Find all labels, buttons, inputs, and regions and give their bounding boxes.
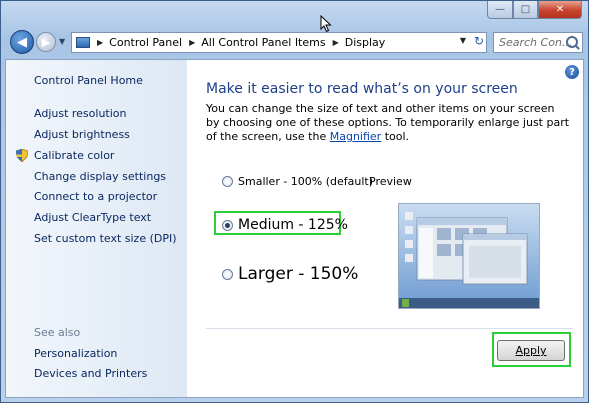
option-smaller-label: Smaller - 100% (default) xyxy=(238,175,374,188)
maximize-button[interactable]: □ xyxy=(513,1,538,19)
breadcrumb-all-items[interactable]: All Control Panel Items xyxy=(201,36,325,49)
sidebar-item-personalization[interactable]: Personalization xyxy=(34,347,117,360)
radio-smaller[interactable] xyxy=(222,176,233,187)
apply-label: Apply xyxy=(515,344,547,357)
option-medium[interactable]: Medium - 125% xyxy=(222,217,348,233)
sidebar-item-custom-text-size[interactable]: Set custom text size (DPI) xyxy=(34,232,177,245)
see-also-label: See also xyxy=(34,326,81,339)
breadcrumb-separator-icon[interactable]: ▶ xyxy=(189,38,195,47)
option-smaller[interactable]: Smaller - 100% (default) xyxy=(222,175,373,188)
magnifier-link[interactable]: Magnifier xyxy=(330,130,381,143)
sidebar-item-calibrate-color[interactable]: Calibrate color xyxy=(34,149,114,162)
preview-desktop-icon xyxy=(399,204,539,308)
sidebar-item-devices-printers[interactable]: Devices and Printers xyxy=(34,367,147,380)
recent-pages-dropdown[interactable]: ▼ xyxy=(59,37,65,46)
breadcrumb-separator-icon[interactable]: ▶ xyxy=(333,38,339,47)
apply-button[interactable]: Apply xyxy=(497,340,565,361)
mouse-pointer-icon xyxy=(320,15,332,33)
radio-medium[interactable] xyxy=(222,219,233,231)
control-panel-icon xyxy=(76,37,90,48)
content-area: Control Panel Home Adjust resolution Adj… xyxy=(5,59,584,398)
refresh-icon[interactable]: ↻ xyxy=(474,34,484,48)
sidebar-item-connect-projector[interactable]: Connect to a projector xyxy=(34,190,157,203)
back-arrow-icon: ◀ xyxy=(17,34,27,50)
search-input[interactable]: Search Con... xyxy=(493,32,583,53)
sidebar-item-control-panel-home[interactable]: Control Panel Home xyxy=(34,74,143,87)
address-bar[interactable]: ▶ Control Panel ▶ All Control Panel Item… xyxy=(71,32,487,53)
breadcrumb-display[interactable]: Display xyxy=(345,36,386,49)
sidebar: Control Panel Home Adjust resolution Adj… xyxy=(6,60,187,397)
close-button[interactable]: ✕ xyxy=(538,1,582,19)
sidebar-item-change-display-settings[interactable]: Change display settings xyxy=(34,170,166,183)
breadcrumb-control-panel[interactable]: Control Panel xyxy=(109,36,182,49)
shield-icon xyxy=(16,149,28,162)
search-icon[interactable] xyxy=(566,36,578,48)
back-button[interactable]: ◀ xyxy=(10,30,34,54)
forward-button[interactable]: ▶ xyxy=(36,32,56,52)
preview-image xyxy=(398,203,540,309)
description-text: You can change the size of text and othe… xyxy=(206,102,571,144)
address-dropdown-icon[interactable]: ▼ xyxy=(460,36,466,45)
breadcrumb-separator-icon[interactable]: ▶ xyxy=(97,38,103,47)
search-placeholder: Search Con... xyxy=(499,36,573,49)
option-larger[interactable]: Larger - 150% xyxy=(222,264,358,284)
preview-label: Preview xyxy=(369,175,412,188)
help-icon[interactable]: ? xyxy=(565,65,579,79)
option-larger-label: Larger - 150% xyxy=(238,264,359,284)
minimize-button[interactable]: — xyxy=(487,1,513,19)
display-window: — □ ✕ ◀ ▶ ▼ ▶ Control Panel ▶ All Contro… xyxy=(0,0,589,403)
page-title: Make it easier to read what’s on your sc… xyxy=(206,81,518,97)
sidebar-item-adjust-brightness[interactable]: Adjust brightness xyxy=(34,128,130,141)
divider xyxy=(206,328,573,329)
caption-buttons: — □ ✕ xyxy=(487,1,582,19)
forward-arrow-icon: ▶ xyxy=(41,35,51,49)
radio-larger[interactable] xyxy=(222,268,233,280)
option-medium-label: Medium - 125% xyxy=(238,217,348,233)
sidebar-item-adjust-cleartype[interactable]: Adjust ClearType text xyxy=(34,211,151,224)
sidebar-item-adjust-resolution[interactable]: Adjust resolution xyxy=(34,107,127,120)
description-suffix: tool. xyxy=(381,130,410,143)
